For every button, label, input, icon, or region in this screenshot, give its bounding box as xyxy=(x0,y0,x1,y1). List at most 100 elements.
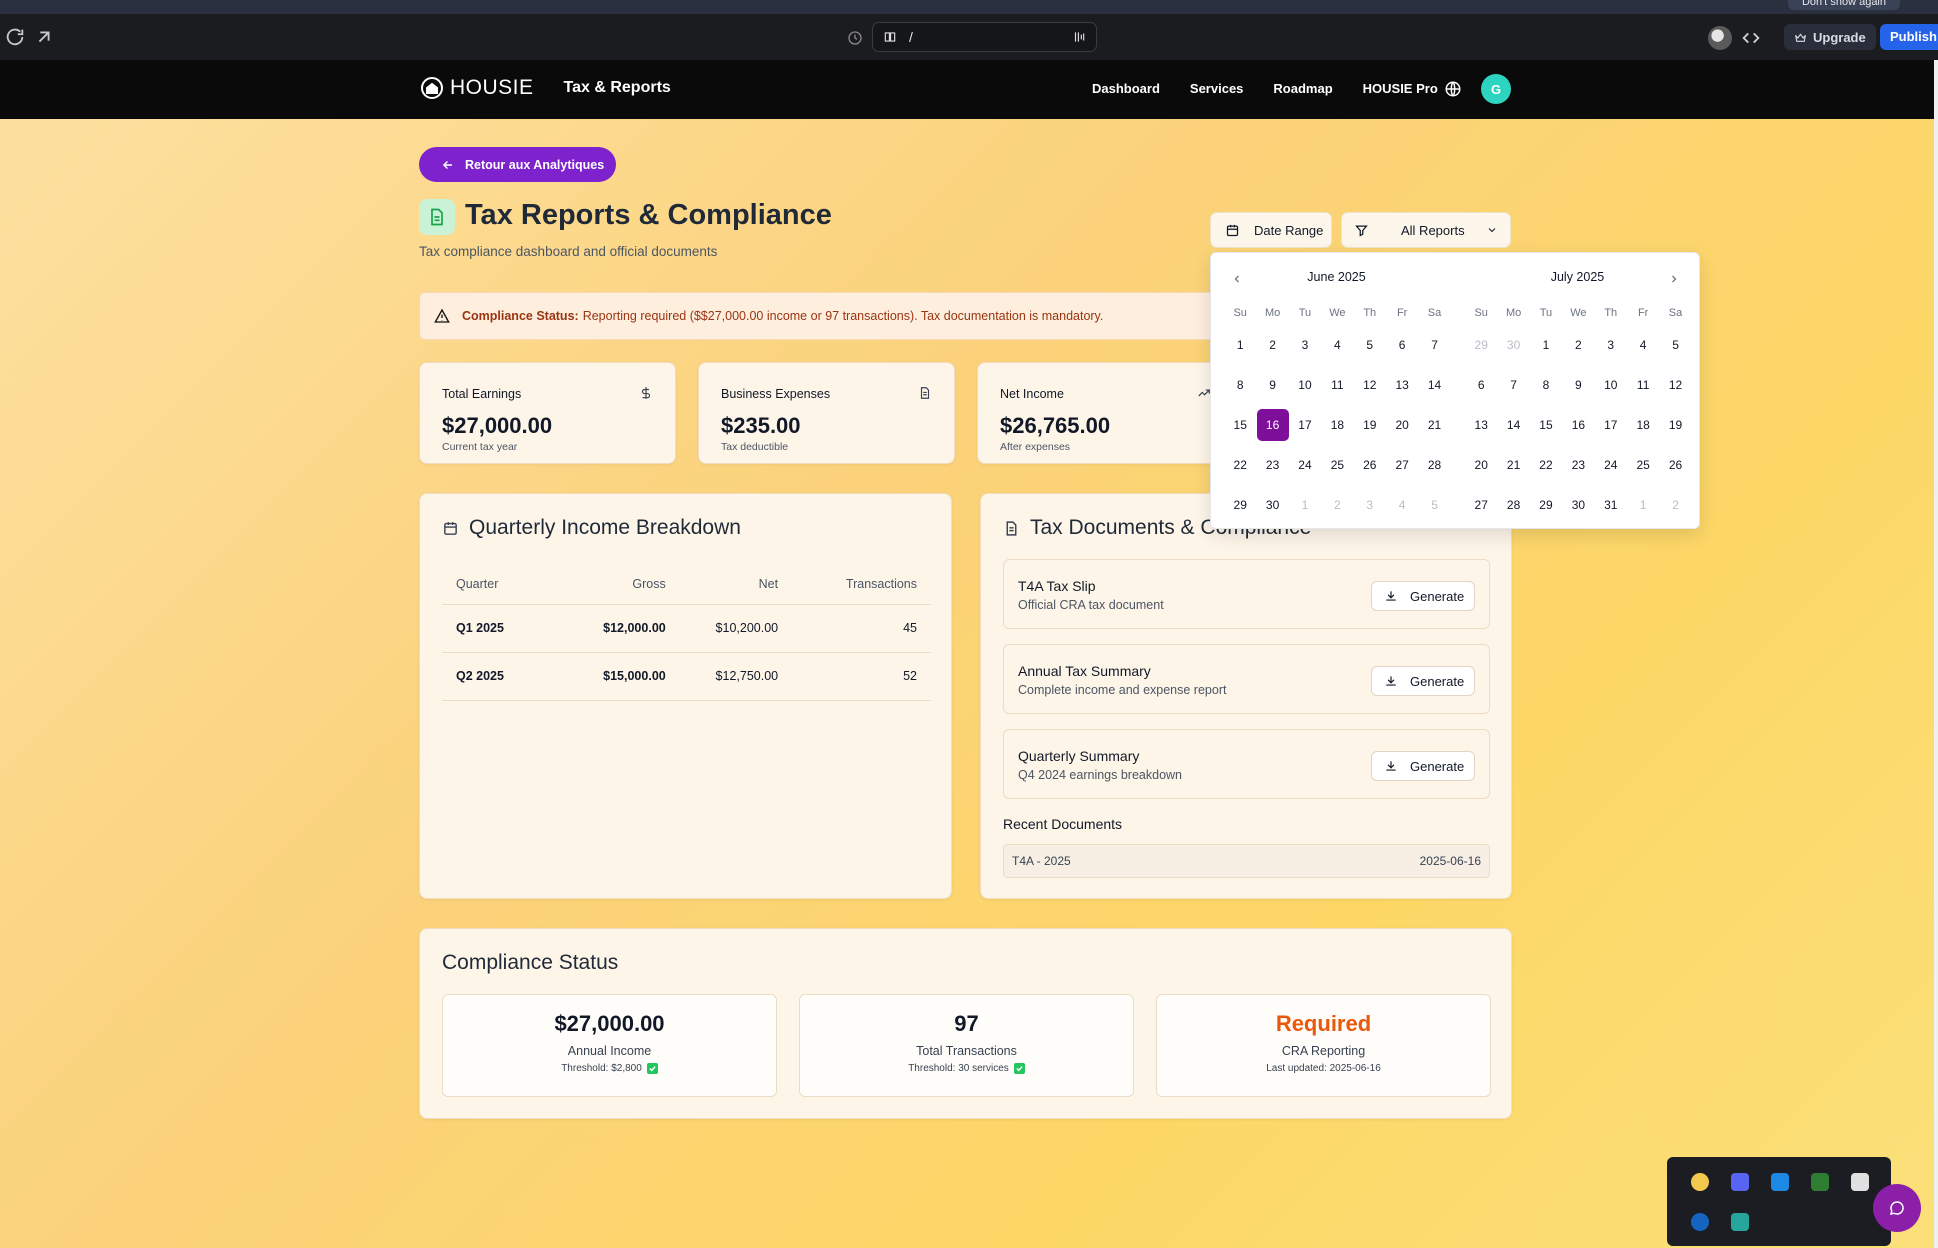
calendar-day[interactable]: 18 xyxy=(1627,405,1659,445)
calendar-day[interactable]: 30 xyxy=(1497,325,1529,365)
calendar-day[interactable]: 2 xyxy=(1256,325,1288,365)
calendar-day[interactable]: 12 xyxy=(1659,365,1691,405)
chat-button[interactable] xyxy=(1873,1184,1921,1232)
calendar-day[interactable]: 21 xyxy=(1418,405,1450,445)
calculator-icon[interactable] xyxy=(1851,1173,1869,1191)
calendar-day[interactable]: 11 xyxy=(1321,365,1353,405)
calendar-day[interactable]: 23 xyxy=(1256,445,1288,485)
calendar-day[interactable]: 4 xyxy=(1321,325,1353,365)
nav-link-dashboard[interactable]: Dashboard xyxy=(1092,81,1160,96)
calendar-day[interactable]: 17 xyxy=(1595,405,1627,445)
calendar-day[interactable]: 15 xyxy=(1224,405,1256,445)
generate-button[interactable]: Generate xyxy=(1371,666,1475,696)
discord-icon[interactable] xyxy=(1731,1173,1749,1191)
panel-icon[interactable] xyxy=(1072,30,1086,44)
calendar-day[interactable]: 24 xyxy=(1289,445,1321,485)
calendar-day[interactable]: 16 xyxy=(1562,405,1594,445)
defender-icon[interactable] xyxy=(1731,1213,1749,1231)
back-to-analytics-button[interactable]: Retour aux Analytiques xyxy=(419,147,616,182)
calendar-day[interactable]: 14 xyxy=(1497,405,1529,445)
calendar-day[interactable]: 26 xyxy=(1354,445,1386,485)
calendar-day[interactable]: 13 xyxy=(1465,405,1497,445)
calendar-day[interactable]: 1 xyxy=(1224,325,1256,365)
nav-link-services[interactable]: Services xyxy=(1190,81,1244,96)
calendar-day[interactable]: 3 xyxy=(1354,485,1386,525)
calendar-day[interactable]: 1 xyxy=(1627,485,1659,525)
calendar-day[interactable]: 20 xyxy=(1465,445,1497,485)
calendar-day[interactable]: 7 xyxy=(1418,325,1450,365)
calendar-day[interactable]: 19 xyxy=(1659,405,1691,445)
calendar-day-selected[interactable]: 16 xyxy=(1256,405,1289,445)
upgrade-button[interactable]: Upgrade xyxy=(1784,24,1876,50)
calendar-day[interactable]: 10 xyxy=(1595,365,1627,405)
steam-icon[interactable] xyxy=(1691,1213,1709,1231)
calendar-day[interactable]: 6 xyxy=(1386,325,1418,365)
calendar-day[interactable]: 28 xyxy=(1497,485,1529,525)
calendar-day[interactable]: 27 xyxy=(1465,485,1497,525)
calendar-day[interactable]: 5 xyxy=(1354,325,1386,365)
calendar-day[interactable]: 18 xyxy=(1321,405,1353,445)
calendar-day[interactable]: 28 xyxy=(1418,445,1450,485)
calendar-day[interactable]: 1 xyxy=(1530,325,1562,365)
date-range-button[interactable]: Date Range xyxy=(1210,212,1332,248)
calendar-day[interactable]: 27 xyxy=(1386,445,1418,485)
calendar-day[interactable]: 6 xyxy=(1465,365,1497,405)
url-bar[interactable]: / xyxy=(872,22,1097,52)
reports-filter-select[interactable]: All Reports xyxy=(1341,212,1511,248)
calendar-day[interactable]: 9 xyxy=(1562,365,1594,405)
history-icon[interactable] xyxy=(847,30,863,46)
calendar-day[interactable]: 11 xyxy=(1627,365,1659,405)
calendar-day[interactable]: 9 xyxy=(1256,365,1288,405)
calendar-day[interactable]: 3 xyxy=(1289,325,1321,365)
nav-avatar[interactable]: G xyxy=(1481,74,1511,104)
calendar-day[interactable]: 2 xyxy=(1562,325,1594,365)
calendar-day[interactable]: 22 xyxy=(1530,445,1562,485)
calendar-day[interactable]: 17 xyxy=(1289,405,1321,445)
refresh-icon[interactable] xyxy=(4,26,26,48)
calendar-day[interactable]: 5 xyxy=(1418,485,1450,525)
calendar-day[interactable]: 2 xyxy=(1659,485,1691,525)
brand[interactable]: HOUSIE Tax & Reports xyxy=(420,76,671,100)
generate-button[interactable]: Generate xyxy=(1371,751,1475,781)
generate-button[interactable]: Generate xyxy=(1371,581,1475,611)
calendar-day[interactable]: 12 xyxy=(1354,365,1386,405)
calendar-day[interactable]: 29 xyxy=(1530,485,1562,525)
calendar-day[interactable]: 1 xyxy=(1289,485,1321,525)
calendar-day[interactable]: 14 xyxy=(1418,365,1450,405)
calendar-day[interactable]: 25 xyxy=(1321,445,1353,485)
calendar-day[interactable]: 3 xyxy=(1595,325,1627,365)
code-icon[interactable] xyxy=(1740,27,1762,49)
scrollbar[interactable] xyxy=(1934,60,1938,1248)
nav-link-housie-pro[interactable]: HOUSIE Pro xyxy=(1363,81,1438,96)
calendar-day[interactable]: 30 xyxy=(1562,485,1594,525)
calendar-day[interactable]: 30 xyxy=(1256,485,1288,525)
calendar-day[interactable]: 23 xyxy=(1562,445,1594,485)
calendar-day[interactable]: 2 xyxy=(1321,485,1353,525)
calendar-day[interactable]: 31 xyxy=(1595,485,1627,525)
calendar-day[interactable]: 5 xyxy=(1659,325,1691,365)
calendar-day[interactable]: 29 xyxy=(1465,325,1497,365)
calendar-day[interactable]: 4 xyxy=(1386,485,1418,525)
calendar-day[interactable]: 8 xyxy=(1224,365,1256,405)
shield-icon[interactable] xyxy=(1771,1173,1789,1191)
calendar-day[interactable]: 4 xyxy=(1627,325,1659,365)
globe-icon[interactable] xyxy=(1444,80,1462,98)
calendar-day[interactable]: 19 xyxy=(1354,405,1386,445)
open-external-icon[interactable] xyxy=(33,26,55,48)
calendar-day[interactable]: 24 xyxy=(1595,445,1627,485)
calendar-day[interactable]: 25 xyxy=(1627,445,1659,485)
calendar-day[interactable]: 20 xyxy=(1386,405,1418,445)
calendar-day[interactable]: 22 xyxy=(1224,445,1256,485)
calendar-day[interactable]: 10 xyxy=(1289,365,1321,405)
user-avatar[interactable] xyxy=(1708,26,1732,50)
sun-icon[interactable] xyxy=(1691,1173,1709,1191)
chart-icon[interactable] xyxy=(1811,1173,1829,1191)
nav-link-roadmap[interactable]: Roadmap xyxy=(1273,81,1332,96)
calendar-day[interactable]: 15 xyxy=(1530,405,1562,445)
recent-document-row[interactable]: T4A - 2025 2025-06-16 xyxy=(1003,844,1490,878)
calendar-day[interactable]: 29 xyxy=(1224,485,1256,525)
calendar-day[interactable]: 21 xyxy=(1497,445,1529,485)
dont-show-again-button[interactable]: Don't show again xyxy=(1787,0,1900,10)
calendar-day[interactable]: 7 xyxy=(1497,365,1529,405)
publish-button[interactable]: Publish xyxy=(1880,24,1938,50)
